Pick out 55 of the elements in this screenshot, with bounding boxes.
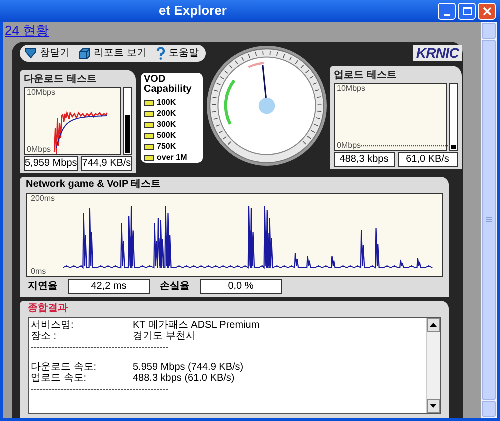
shield-icon [25,48,37,59]
result-value: 488.3 kbps (61.0 KB/s) [133,373,235,384]
toolbar-button[interactable]: 도움말 [156,46,199,61]
minimize-button[interactable] [438,2,456,20]
scrollbar[interactable] [426,318,440,413]
vod-rate: 200K [157,109,176,119]
page-link[interactable]: 24 현황 [5,22,50,38]
axis-label: 10Mbps [27,88,56,97]
axis-label: 10Mbps [337,84,366,93]
cube-icon [79,48,91,60]
toolbar-button[interactable]: 창닫기 [25,46,70,61]
page-scrollbar[interactable] [481,22,497,418]
vod-rate: 300K [157,120,176,130]
dashed-rule: ---------------------------------------------- [31,342,170,352]
dashed-rule: ---------------------------------------------- [31,384,170,394]
result-value: KT 메가패스 ADSL Premium [133,320,260,331]
axis-label: 0ms [31,267,46,276]
axis-label: 0Mbps [337,141,362,150]
toolbar-button[interactable]: 리포트 보기 [79,46,147,61]
panel-title: 다운로드 테스트 [24,73,98,86]
axis-label: 200ms [31,194,56,203]
result-label: 업로드 속도: [31,373,88,384]
reading-field: 744,9 KB/s [81,156,132,171]
logo: KRNIC [413,45,462,61]
scroll-thumb[interactable] [482,40,496,400]
value-field: 0,0 % [200,279,282,294]
field-label: 손실율 [160,280,190,294]
close-icon [482,6,492,16]
panel-title: Network game & VoIP 테스트 [26,179,162,191]
result-label: 서비스명: [31,320,75,331]
field-label: 지연율 [28,280,58,294]
reading-field: 488,3 kbps [334,152,394,167]
vod-title: Capability [144,85,193,95]
reading-field: 5,959 Mbps [24,156,78,171]
vod-title: VOD [144,75,166,85]
panel-title: 업로드 테스트 [334,69,398,82]
panel-title: 종합결과 [28,303,69,315]
down-arrow-icon [430,404,437,408]
window-title: et Explorer [159,2,227,20]
grip-icon [486,216,492,224]
axis-label: 0Mbps [27,145,52,154]
help-icon [156,47,166,60]
result-value: 5.959 Mbps (744.9 KB/s) [133,362,244,373]
maximize-button[interactable] [458,2,476,20]
vod-rate: 500K [157,131,176,141]
vod-rate: 750K [157,142,176,152]
vod-rate: 100K [157,98,176,108]
vod-rate: over 1M [157,153,188,163]
result-label: 다운로드 속도: [31,362,98,373]
result-value: 경기도 부천시 [133,331,196,342]
value-field: 42,2 ms [68,279,150,294]
reading-field: 61,0 KB/s [398,152,458,167]
close-button[interactable] [478,2,496,20]
up-arrow-icon [430,323,437,327]
result-label: 장소 : [31,331,58,342]
